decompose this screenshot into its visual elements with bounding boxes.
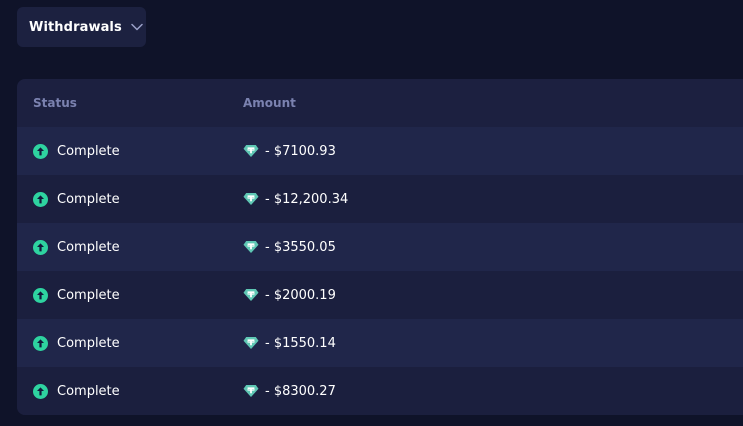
- status-cell: Complete: [33, 319, 120, 367]
- tether-coin-icon: [243, 384, 259, 398]
- withdrawals-dropdown[interactable]: Withdrawals: [17, 7, 146, 47]
- tether-coin-icon: [243, 240, 259, 254]
- status-column-header: Status: [33, 96, 77, 110]
- amount-text: - $3550.05: [265, 239, 336, 255]
- amount-text: - $12,200.34: [265, 191, 349, 207]
- status-cell: Complete: [33, 223, 120, 271]
- arrow-up-circle-icon: [33, 191, 48, 207]
- transactions-table: Status Amount Complete - $7100.93 Comple…: [17, 79, 743, 415]
- amount-cell: - $1550.14: [243, 319, 336, 367]
- table-row[interactable]: Complete - $8300.27: [17, 367, 743, 415]
- amount-cell: - $3550.05: [243, 223, 336, 271]
- status-text: Complete: [57, 335, 120, 351]
- amount-text: - $7100.93: [265, 143, 336, 159]
- amount-cell: - $12,200.34: [243, 175, 348, 223]
- table-header: Status Amount: [17, 79, 743, 127]
- status-text: Complete: [57, 239, 120, 255]
- dropdown-label: Withdrawals: [29, 19, 122, 35]
- arrow-up-circle-icon: [33, 335, 48, 351]
- arrow-up-circle-icon: [33, 143, 48, 159]
- status-cell: Complete: [33, 367, 120, 415]
- status-text: Complete: [57, 191, 120, 207]
- amount-text: - $1550.14: [265, 335, 336, 351]
- table-row[interactable]: Complete - $7100.93: [17, 127, 743, 175]
- table-row[interactable]: Complete - $2000.19: [17, 271, 743, 319]
- tether-coin-icon: [243, 144, 259, 158]
- amount-text: - $2000.19: [265, 287, 336, 303]
- tether-coin-icon: [243, 192, 259, 206]
- amount-column-header: Amount: [243, 96, 296, 110]
- amount-cell: - $8300.27: [243, 367, 336, 415]
- status-cell: Complete: [33, 271, 120, 319]
- tether-coin-icon: [243, 288, 259, 302]
- arrow-up-circle-icon: [33, 287, 48, 303]
- status-text: Complete: [57, 383, 120, 399]
- table-row[interactable]: Complete - $3550.05: [17, 223, 743, 271]
- arrow-up-circle-icon: [33, 383, 48, 399]
- tether-coin-icon: [243, 336, 259, 350]
- status-cell: Complete: [33, 127, 120, 175]
- arrow-up-circle-icon: [33, 239, 48, 255]
- status-cell: Complete: [33, 175, 120, 223]
- status-text: Complete: [57, 287, 120, 303]
- status-text: Complete: [57, 143, 120, 159]
- amount-text: - $8300.27: [265, 383, 336, 399]
- chevron-down-icon: [130, 20, 144, 34]
- table-row[interactable]: Complete - $1550.14: [17, 319, 743, 367]
- amount-cell: - $7100.93: [243, 127, 336, 175]
- table-row[interactable]: Complete - $12,200.34: [17, 175, 743, 223]
- amount-cell: - $2000.19: [243, 271, 336, 319]
